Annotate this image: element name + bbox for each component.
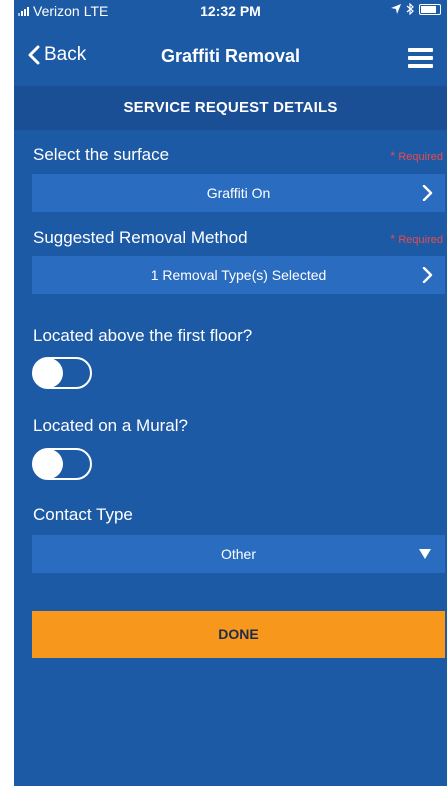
status-time: 12:32 PM <box>200 3 261 19</box>
contact-type-label: Contact Type <box>33 505 133 524</box>
toggle-knob <box>33 449 63 479</box>
surface-value: Graffiti On <box>206 185 271 201</box>
page-title: Graffiti Removal <box>160 46 301 66</box>
removal-label: Suggested Removal Method <box>33 228 248 247</box>
toggle-knob <box>33 358 63 388</box>
dropdown-arrow-icon <box>419 549 431 559</box>
hamburger-menu-icon[interactable] <box>408 48 433 68</box>
chevron-right-icon <box>422 267 433 283</box>
battery-icon <box>419 3 441 15</box>
removal-required-text: Required <box>398 234 443 246</box>
done-button[interactable]: DONE <box>32 611 445 658</box>
surface-required-text: Required <box>398 151 443 163</box>
chevron-right-icon <box>422 185 433 201</box>
above-floor-label: Located above the first floor? <box>33 326 253 345</box>
mural-toggle[interactable] <box>32 448 92 480</box>
removal-method-selector[interactable]: 1 Removal Type(s) Selected <box>32 256 445 294</box>
bluetooth-icon <box>406 3 414 15</box>
contact-type-select[interactable]: Other <box>32 535 445 573</box>
surface-required: * Required <box>390 149 443 163</box>
contact-type-value: Other <box>220 546 256 562</box>
section-header: SERVICE REQUEST DETAILS <box>14 86 447 130</box>
location-arrow-icon <box>391 4 401 14</box>
above-floor-toggle[interactable] <box>32 357 92 389</box>
surface-label: Select the surface <box>33 145 170 164</box>
nav-bar: Back Graffiti Removal <box>14 22 447 86</box>
app-screen: Verizon LTE 12:32 PM Back Graffiti Remov… <box>14 0 447 786</box>
removal-required: * Required <box>390 232 443 246</box>
surface-selector[interactable]: Graffiti On <box>32 174 445 212</box>
status-right <box>391 3 441 15</box>
mural-label: Located on a Mural? <box>33 416 188 435</box>
status-bar: Verizon LTE 12:32 PM <box>14 0 447 22</box>
removal-value: 1 Removal Type(s) Selected <box>150 267 327 283</box>
